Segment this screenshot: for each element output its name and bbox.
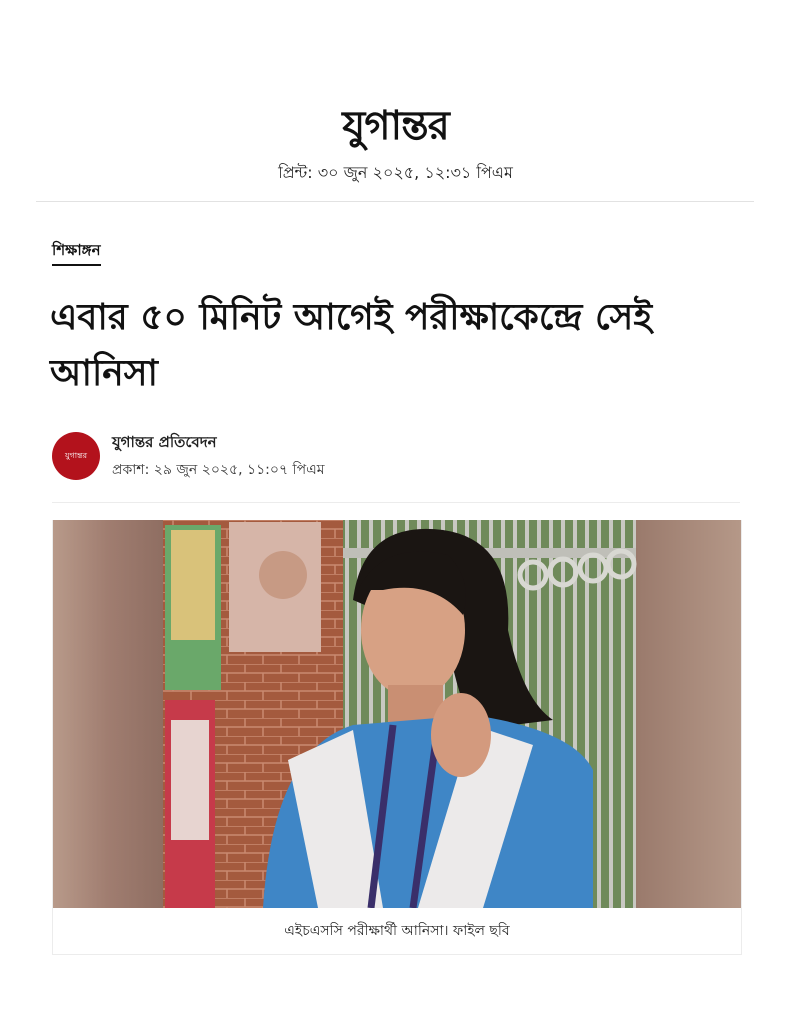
byline-divider [52,502,740,503]
author-name[interactable]: যুগান্তর প্রতিবেদন [112,432,512,452]
header-divider [36,201,754,202]
category-link[interactable]: শিক্ষাঙ্গন [52,240,101,266]
photo-illustration [53,520,741,908]
article-headline: এবার ৫০ মিনিট আগেই পরীক্ষাকেন্দ্রে সেই আ… [50,297,653,394]
masthead: যুগান্তর প্রিন্ট: ৩০ জুন ২০২৫, ১২:৩১ পিএ… [0,100,791,184]
publish-date: প্রকাশ: ২৯ জুন ২০২৫, ১১:০৭ পিএম [112,462,325,478]
author-avatar: যুগান্তর [52,432,100,480]
print-date: প্রিন্ট: ৩০ জুন ২০২৫, ১২:৩১ পিএম [278,163,513,182]
article-photo [53,520,741,908]
article-figure: এইচএসসি পরীক্ষার্থী আনিসা। ফাইল ছবি [52,520,742,955]
site-logo[interactable]: যুগান্তর [0,100,791,152]
avatar-logo-text: যুগান্তর [64,450,88,460]
photo-caption: এইচএসসি পরীক্ষার্থী আনিসা। ফাইল ছবি [284,923,510,939]
